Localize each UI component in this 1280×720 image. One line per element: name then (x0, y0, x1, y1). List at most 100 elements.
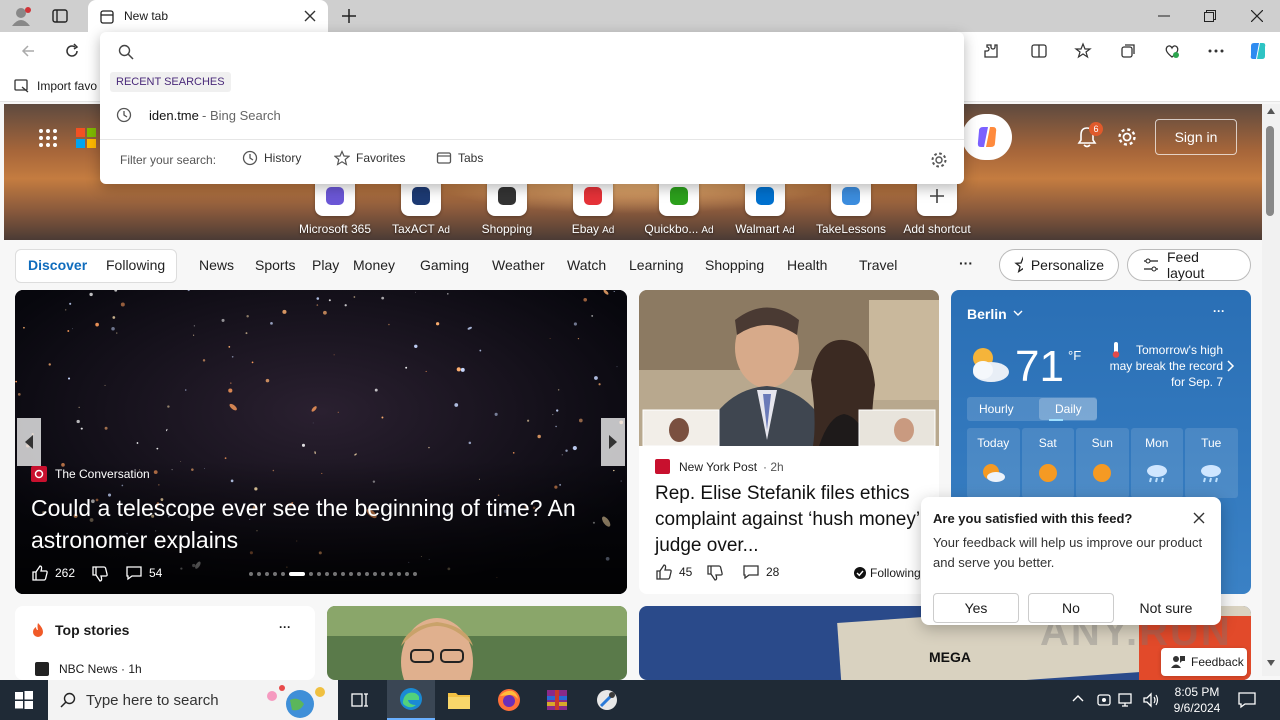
personalize-button[interactable]: Personalize (999, 249, 1119, 281)
notification-center-icon[interactable] (1238, 691, 1256, 709)
like-button[interactable]: 45 (655, 563, 692, 581)
carousel-dot[interactable] (389, 572, 393, 576)
carousel-dot[interactable] (397, 572, 401, 576)
weather-record-note[interactable]: Tomorrow's high may break the record for… (1101, 342, 1223, 390)
category-shopping[interactable]: Shopping (705, 257, 787, 273)
favorites-icon[interactable] (1067, 35, 1099, 67)
weather-more-button[interactable]: ··· (1213, 304, 1225, 318)
carousel-dot[interactable] (357, 572, 361, 576)
copilot-button[interactable] (962, 114, 1012, 160)
chevron-down-icon[interactable] (1013, 310, 1023, 316)
carousel-dot[interactable] (281, 572, 285, 576)
chevron-right-icon[interactable] (1227, 360, 1235, 372)
sign-in-button[interactable]: Sign in (1155, 119, 1237, 155)
back-button[interactable] (12, 35, 44, 67)
app-launcher-icon[interactable] (38, 128, 58, 148)
split-screen-icon[interactable] (1023, 35, 1055, 67)
taskbar-app-tool[interactable] (583, 680, 631, 720)
thumbs-down-icon[interactable] (91, 565, 109, 583)
restore-button[interactable] (1187, 0, 1233, 32)
carousel-dot[interactable] (317, 572, 321, 576)
shortcut-2[interactable]: Shopping (464, 176, 550, 236)
carousel-next-button[interactable] (601, 418, 625, 466)
shortcut-7[interactable]: Add shortcut (894, 176, 980, 236)
forecast-day[interactable]: Mon (1130, 428, 1183, 498)
carousel-dot[interactable] (381, 572, 385, 576)
shortcut-6[interactable]: TakeLessons (808, 176, 894, 236)
shortcut-0[interactable]: Microsoft 365 (292, 176, 378, 236)
more-categories-button[interactable]: ··· (959, 255, 973, 271)
carousel-dot[interactable] (273, 572, 277, 576)
tab-actions-icon[interactable] (52, 8, 68, 24)
feed-layout-button[interactable]: Feed layout (1127, 249, 1251, 281)
search-settings-gear-icon[interactable] (930, 151, 948, 169)
carousel-prev-button[interactable] (17, 418, 41, 466)
hourly-toggle[interactable]: Hourly (979, 402, 1014, 416)
carousel-dot[interactable] (413, 572, 417, 576)
filter-tabs[interactable]: Tabs (436, 150, 483, 166)
weather-city[interactable]: Berlin (967, 306, 1007, 322)
forecast-day[interactable]: Tue (1185, 428, 1238, 498)
carousel-dot[interactable] (265, 572, 269, 576)
daily-toggle[interactable]: Daily (1055, 402, 1082, 416)
carousel-dot[interactable] (289, 572, 305, 576)
filter-history[interactable]: History (242, 150, 301, 166)
main-article-card[interactable]: The Conversation Could a telescope ever … (15, 290, 627, 594)
shortcut-1[interactable]: TaxACT Ad (378, 176, 464, 236)
carousel-dot[interactable] (333, 572, 337, 576)
address-input[interactable] (144, 38, 944, 64)
scroll-up-arrow-icon[interactable] (1267, 108, 1275, 114)
category-sports[interactable]: Sports (255, 257, 312, 273)
no-button[interactable]: No (1028, 593, 1114, 623)
page-scrollbar[interactable] (1262, 104, 1280, 676)
carousel-dot[interactable] (325, 572, 329, 576)
carousel-dot[interactable] (349, 572, 353, 576)
clock-date[interactable]: 9/6/2024 (1168, 701, 1226, 715)
clock-time[interactable]: 8:05 PM (1172, 685, 1222, 699)
category-news[interactable]: News (199, 257, 255, 273)
tab-following[interactable]: Following (106, 257, 165, 273)
refresh-button[interactable] (56, 35, 88, 67)
category-watch[interactable]: Watch (567, 257, 629, 273)
forecast-day[interactable]: Sat (1021, 428, 1074, 498)
thumbs-down-icon[interactable] (706, 564, 724, 582)
shortcut-4[interactable]: Quickbo... Ad (636, 176, 722, 236)
carousel-dot[interactable] (249, 572, 253, 576)
filter-favorites[interactable]: Favorites (334, 150, 405, 166)
like-button[interactable]: 262 (31, 564, 75, 582)
following-button[interactable]: Following (854, 566, 921, 580)
category-travel[interactable]: Travel (859, 257, 911, 273)
carousel-dot[interactable] (373, 572, 377, 576)
start-button[interactable] (0, 680, 48, 720)
article-headline[interactable]: Rep. Elise Stefanik files ethics complai… (655, 481, 937, 559)
forecast-day[interactable]: Today (967, 428, 1020, 498)
taskbar-edge-app[interactable] (387, 680, 435, 720)
carousel-dot[interactable] (341, 572, 345, 576)
secondary-article-card[interactable]: New York Post · 2h Rep. Elise Stefanik f… (639, 290, 939, 594)
category-weather[interactable]: Weather (492, 257, 567, 273)
shortcut-5[interactable]: Walmart Ad (722, 176, 808, 236)
volume-icon[interactable] (1142, 692, 1160, 708)
extensions-icon[interactable] (975, 35, 1007, 67)
settings-gear-icon[interactable] (1116, 126, 1138, 148)
show-hidden-icons-chevron-icon[interactable] (1072, 694, 1084, 702)
yes-button[interactable]: Yes (933, 593, 1019, 623)
task-view-button[interactable] (336, 680, 384, 720)
taskbar-winrar[interactable] (533, 680, 581, 720)
network-icon[interactable] (1118, 692, 1136, 708)
top-stories-more-button[interactable]: ··· (279, 620, 291, 634)
close-tab-icon[interactable] (304, 10, 316, 22)
carousel-dot[interactable] (405, 572, 409, 576)
import-favorites-link[interactable]: Import favo (37, 79, 97, 93)
collections-icon[interactable] (1112, 35, 1144, 67)
close-window-button[interactable] (1234, 0, 1280, 32)
article-headline[interactable]: Could a telescope ever see the beginning… (31, 492, 601, 556)
category-learning[interactable]: Learning (629, 257, 705, 273)
news-card-photo[interactable] (327, 606, 627, 680)
taskbar-search-box[interactable]: Type here to search (48, 680, 338, 720)
category-health[interactable]: Health (787, 257, 859, 273)
category-gaming[interactable]: Gaming (420, 257, 492, 273)
meet-now-icon[interactable] (1096, 692, 1112, 708)
tab-discover[interactable]: Discover (28, 257, 87, 273)
not-sure-button[interactable]: Not sure (1123, 593, 1209, 623)
